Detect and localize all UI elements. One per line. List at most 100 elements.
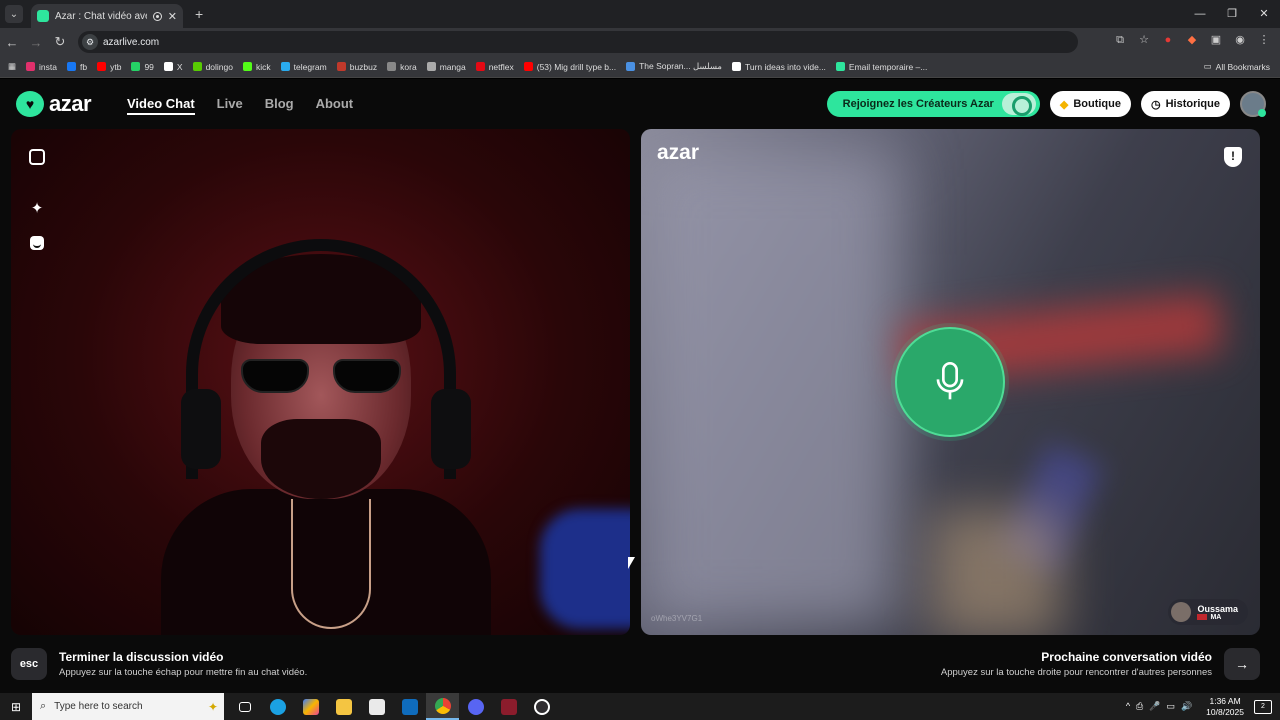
bookmark-favicon-icon [67,62,76,71]
end-chat-hint: Appuyez sur la touche échap pour mettre … [59,667,308,678]
bookmark-item[interactable]: 99 [131,62,154,72]
store-icon[interactable] [360,693,393,720]
bookmark-favicon-icon [426,62,436,71]
bookmark-favicon-icon [163,62,173,71]
all-bookmarks[interactable]: ▭ All Bookmarks [1204,61,1270,72]
creators-badge-icon [1001,93,1036,116]
close-window-icon[interactable]: ✕ [1248,0,1280,28]
site-info-icon[interactable]: ⚙ [82,34,98,50]
extension-icon[interactable]: ● [1160,32,1176,48]
resize-video-button[interactable] [26,146,48,168]
next-chat-hint: Appuyez sur la touche droite pour rencon… [940,667,1212,678]
bookmark-item[interactable]: telegram [280,62,327,72]
bookmark-item[interactable]: manga [426,62,466,72]
azar-watermark: azar [657,141,700,164]
bookmark-favicon-icon [731,62,741,71]
bookmark-item[interactable]: netflex [475,62,514,72]
report-shield-icon[interactable]: ! [1224,147,1242,167]
bookmark-item[interactable]: kick [243,62,271,72]
local-video [11,129,630,635]
app-icon[interactable] [492,693,525,720]
close-tab-icon[interactable]: ✕ [168,10,177,23]
clock-time: 1:36 AM [1209,695,1241,706]
next-arrow-button[interactable]: → [1224,648,1260,680]
local-user-image [161,239,491,635]
end-chat-action[interactable]: esc Terminer la discussion vidéo Appuyez… [11,648,307,680]
minimize-icon[interactable]: — [1184,0,1216,28]
extension-icon[interactable]: ◆ [1184,32,1200,48]
bookmark-item[interactable]: ytb [97,62,121,72]
user-avatar[interactable] [1240,91,1266,117]
esc-key-button[interactable]: esc [11,648,47,680]
restore-icon[interactable]: ❐ [1216,0,1248,28]
creators-label: Rejoignez les Créateurs Azar [842,98,994,110]
profile-icon[interactable]: ◉ [1232,32,1248,48]
extensions-puzzle-icon[interactable]: ▣ [1208,32,1224,48]
expand-icon [29,149,45,165]
partner-country: MA [1210,613,1222,621]
historique-button[interactable]: ◷ Historique [1140,91,1230,117]
bookmark-favicon-icon [280,62,290,71]
bookmark-item[interactable]: The Sopran... مسلسل [626,61,722,72]
chrome-icon[interactable] [426,693,459,720]
logo-text: azar [49,91,92,116]
bookmark-item[interactable]: (53) Mig drill type b... [523,62,616,72]
outlook-icon[interactable] [393,693,426,720]
obs-icon[interactable] [525,693,558,720]
url-field[interactable]: ⚙ azarlive.com [78,31,1078,53]
edge-icon[interactable] [261,693,294,720]
clock[interactable]: 1:36 AM 10/8/2025 [1206,696,1244,718]
install-app-icon[interactable]: ⧉ [1112,32,1128,48]
face-filter-button[interactable] [26,232,48,254]
bookmark-item[interactable]: X [163,62,183,72]
main-nav: Video Chat Live Blog About [127,96,353,115]
menu-dots-icon[interactable]: ⋮ [1256,32,1272,48]
remote-user-id: oWhe3YV7G1 [651,614,703,623]
taskbar-search[interactable]: ⌕ Type here to search ✦ [32,693,224,720]
back-icon[interactable]: ← [0,35,24,50]
join-creators-button[interactable]: Rejoignez les Créateurs Azar [826,91,1040,117]
apps-grid-icon[interactable]: ▦ [8,61,16,72]
bookmark-item[interactable]: Email temporaire –... [835,62,927,72]
browser-tab[interactable]: Azar : Chat vidéo avec de n ✕ [31,4,183,28]
address-bar-row: ← → ↻ ⚙ azarlive.com ⧉ ☆ ● ◆ ▣ ◉ ⋮ [0,28,1280,56]
tray-icons[interactable]: ^⎙🎤▭🔊 [1126,701,1198,712]
azar-logo-icon: ♥ [16,91,44,117]
bookmark-star-icon[interactable]: ☆ [1136,32,1152,48]
copilot-icon[interactable] [294,693,327,720]
nav-about[interactable]: About [316,96,354,115]
nav-live[interactable]: Live [217,96,243,115]
remote-video: azar ! oWhe3YV7G1 Oussama MA [641,129,1260,635]
bookmark-item[interactable]: kora [387,62,417,72]
site-header: ♥ azar Video Chat Live Blog About Rejoig… [0,79,1280,129]
end-chat-title: Terminer la discussion vidéo [59,650,224,664]
forward-icon[interactable]: → [24,35,48,50]
bookmark-item[interactable]: dolingo [192,62,233,72]
tab-search-icon[interactable]: ⌄ [5,5,23,23]
nav-video-chat[interactable]: Video Chat [127,96,195,115]
task-view-icon[interactable] [228,693,261,720]
nav-blog[interactable]: Blog [265,96,294,115]
partner-badge[interactable]: Oussama MA [1168,599,1248,625]
new-tab-icon[interactable]: + [195,6,203,22]
next-chat-action[interactable]: Prochaine conversation vidéo Appuyez sur… [929,648,1260,680]
effects-button[interactable]: ✦ [26,197,48,219]
notifications-icon[interactable]: 2 [1254,699,1272,714]
sparkle-icon: ✦ [30,200,44,217]
microphone-button[interactable] [895,327,1005,437]
bookmark-item[interactable]: insta [26,62,57,72]
reload-icon[interactable]: ↻ [48,34,72,50]
bookmark-item[interactable]: buzbuz [336,62,377,72]
windows-start-icon[interactable]: ⊞ [0,700,32,714]
bookmark-favicon-icon [336,62,346,71]
azar-favicon-icon [37,10,49,22]
azar-page: ♥ azar Video Chat Live Blog About Rejoig… [0,79,1280,693]
bookmark-item[interactable]: Turn ideas into vide... [731,62,826,72]
discord-icon[interactable] [459,693,492,720]
azar-logo[interactable]: ♥ azar [16,91,92,117]
microphone-icon [936,362,964,400]
boutique-button[interactable]: ◆ Boutique [1049,91,1131,117]
bookmark-favicon-icon [192,62,202,71]
file-explorer-icon[interactable] [327,693,360,720]
bookmark-item[interactable]: fb [67,62,87,72]
